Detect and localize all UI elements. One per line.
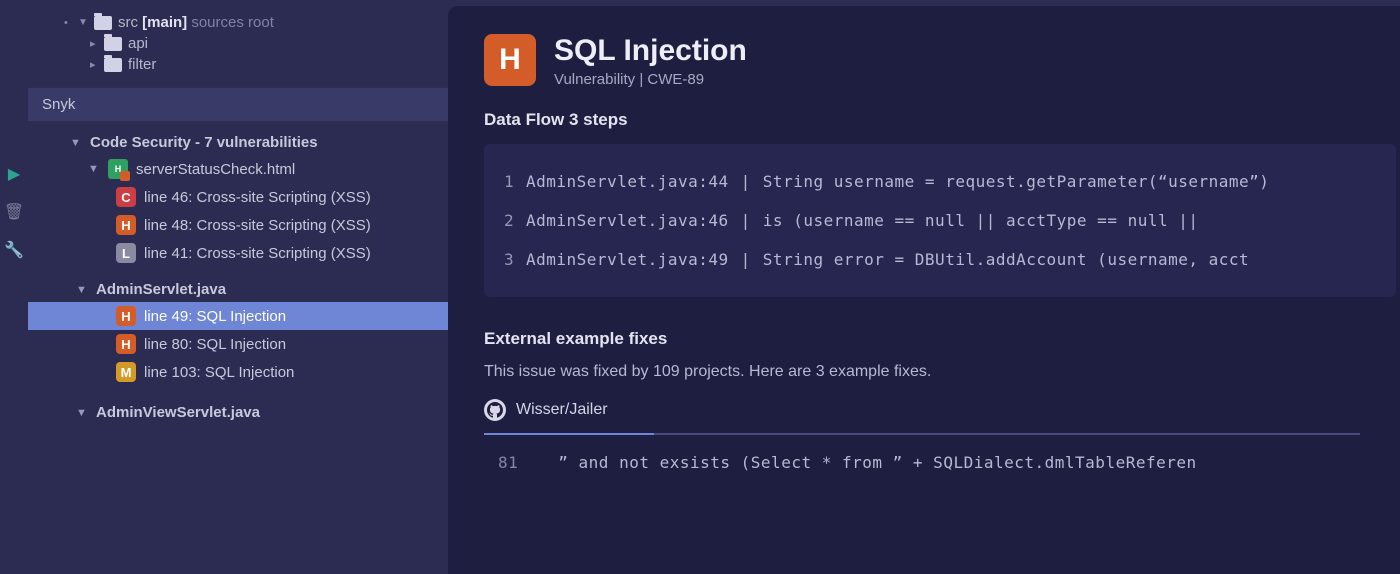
vulnerability-subtitle: Vulnerability | CWE-89: [554, 71, 747, 88]
fix-source-label: Wisser/Jailer: [516, 401, 608, 419]
tree-section-code-security[interactable]: ▼ Code Security - 7 vulnerabilities: [28, 130, 448, 155]
github-icon: [484, 399, 506, 421]
external-fixes-header: External example fixes: [484, 329, 1400, 349]
severity-badge-high: H: [116, 306, 136, 326]
step-location: AdminServlet.java:46: [526, 211, 729, 230]
vuln-item[interactable]: H line 48: Cross-site Scripting (XSS): [28, 211, 448, 239]
severity-badge-low: L: [116, 243, 136, 263]
run-icon[interactable]: ▶: [8, 164, 20, 184]
folder-label: filter: [128, 56, 156, 73]
chevron-down-icon: ▼: [78, 17, 88, 28]
folder-icon: [104, 58, 122, 72]
tree-file-serverstatus[interactable]: ▼ H serverStatusCheck.html: [28, 155, 448, 183]
sidebar: • ▼ src [main] sources root ▸ api ▸ filt…: [28, 0, 448, 574]
folder-label: api: [128, 35, 148, 52]
vuln-label: line 48: Cross-site Scripting (XSS): [144, 217, 371, 234]
tree-folder-src[interactable]: • ▼ src [main] sources root: [64, 12, 440, 33]
severity-badge-high: H: [116, 215, 136, 235]
step-code: is (username == null || acctType == null…: [763, 211, 1199, 230]
folder-label: src [main] sources root: [118, 14, 274, 31]
vulnerability-title: SQL Injection: [554, 34, 747, 67]
bullet-icon: •: [64, 17, 72, 29]
vuln-item[interactable]: M line 103: SQL Injection: [28, 358, 448, 386]
tree-folder-filter[interactable]: ▸ filter: [90, 54, 440, 75]
severity-badge-large: H: [484, 34, 536, 86]
tree-file-adminviewservlet[interactable]: ▼ AdminViewServlet.java: [28, 400, 448, 425]
pipe-separator: |: [741, 172, 751, 191]
html-file-icon: H: [108, 159, 128, 179]
trash-icon[interactable]: 🗑: [4, 202, 24, 222]
severity-badge-medium: M: [116, 362, 136, 382]
vulnerability-tree: ▼ Code Security - 7 vulnerabilities ▼ H …: [28, 122, 448, 425]
step-number: 2: [504, 211, 514, 230]
tree-file-adminservlet[interactable]: ▼ AdminServlet.java: [28, 277, 448, 302]
pipe-separator: |: [741, 211, 751, 230]
fix-source-tab[interactable]: Wisser/Jailer: [484, 399, 1360, 435]
folder-icon: [94, 16, 112, 30]
chevron-down-icon: ▼: [88, 163, 100, 175]
chevron-down-icon: ▼: [76, 407, 88, 419]
section-label: Code Security - 7 vulnerabilities: [90, 134, 318, 151]
vuln-item-selected[interactable]: H line 49: SQL Injection: [28, 302, 448, 330]
chevron-right-icon: ▸: [90, 58, 98, 71]
data-flow-header: Data Flow 3 steps: [484, 110, 1400, 130]
file-label: serverStatusCheck.html: [136, 161, 295, 178]
step-number: 1: [504, 172, 514, 191]
flow-step[interactable]: 1 AdminServlet.java:44 | String username…: [504, 162, 1376, 201]
chevron-right-icon: ▸: [90, 37, 98, 50]
vuln-label: line 49: SQL Injection: [144, 308, 286, 325]
step-code: String username = request.getParameter(“…: [763, 172, 1270, 191]
step-code: String error = DBUtil.addAccount (userna…: [763, 250, 1249, 269]
step-location: AdminServlet.java:49: [526, 250, 729, 269]
vuln-label: line 46: Cross-site Scripting (XSS): [144, 189, 371, 206]
step-number: 3: [504, 250, 514, 269]
file-label: AdminServlet.java: [96, 281, 226, 298]
tree-folder-api[interactable]: ▸ api: [90, 33, 440, 54]
vuln-label: line 41: Cross-site Scripting (XSS): [144, 245, 371, 262]
flow-step[interactable]: 2 AdminServlet.java:46 | is (username ==…: [504, 201, 1376, 240]
vuln-item[interactable]: H line 80: SQL Injection: [28, 330, 448, 358]
vuln-label: line 103: SQL Injection: [144, 364, 294, 381]
severity-badge-critical: C: [116, 187, 136, 207]
flow-step[interactable]: 3 AdminServlet.java:49 | String error = …: [504, 240, 1376, 279]
vuln-item[interactable]: L line 41: Cross-site Scripting (XSS): [28, 239, 448, 267]
line-number: 81: [498, 453, 518, 472]
chevron-down-icon: ▼: [76, 284, 88, 296]
chevron-down-icon: ▼: [70, 137, 82, 149]
detail-panel: H SQL Injection Vulnerability | CWE-89 D…: [448, 6, 1400, 574]
vuln-label: line 80: SQL Injection: [144, 336, 286, 353]
folder-icon: [104, 37, 122, 51]
file-label: AdminViewServlet.java: [96, 404, 260, 421]
pipe-separator: |: [741, 250, 751, 269]
code-line: ” and not exsists (Select * from ” + SQL…: [558, 453, 1196, 472]
step-location: AdminServlet.java:44: [526, 172, 729, 191]
vuln-item[interactable]: C line 46: Cross-site Scripting (XSS): [28, 183, 448, 211]
severity-badge-high: H: [116, 334, 136, 354]
external-fixes-description: This issue was fixed by 109 projects. He…: [484, 363, 1400, 381]
file-tree: • ▼ src [main] sources root ▸ api ▸ filt…: [28, 0, 448, 79]
panel-title: Snyk: [28, 87, 448, 122]
code-diff: 81 ” and not exsists (Select * from ” + S…: [484, 435, 1400, 472]
wrench-icon[interactable]: 🔧: [4, 240, 24, 260]
data-flow-box: 1 AdminServlet.java:44 | String username…: [484, 144, 1396, 297]
